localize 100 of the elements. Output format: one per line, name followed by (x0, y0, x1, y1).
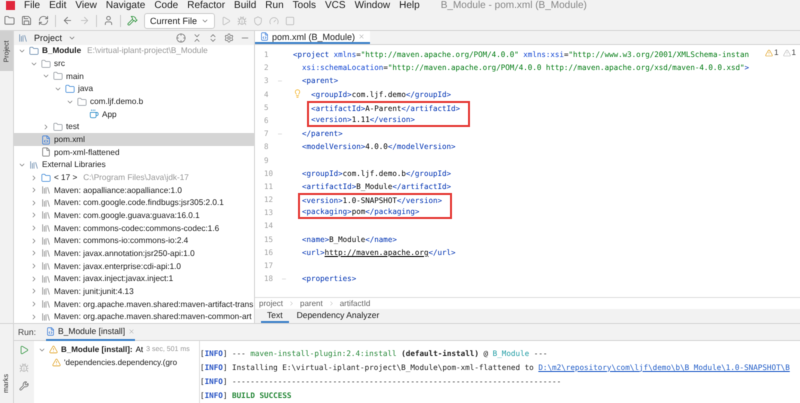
tree-item-label: pom-xml-flattened (54, 148, 120, 157)
menu-item[interactable]: Navigate (106, 0, 146, 11)
tree-item[interactable]: Maven: javax.inject:javax.inject:1 (14, 272, 254, 286)
menu-item[interactable]: Refactor (187, 0, 226, 11)
expand-all-icon[interactable] (208, 32, 218, 43)
tree-item[interactable]: src (14, 57, 254, 70)
warning-icon (52, 358, 61, 367)
collapsed-chevron-icon[interactable] (30, 274, 38, 283)
tree-item[interactable]: java (14, 82, 254, 96)
menu-item[interactable]: Run (265, 0, 284, 11)
tree-item[interactable]: B_Module E:\virtual-iplant-project\B_Module (14, 44, 254, 58)
tree-item-label: < 17 > (54, 173, 78, 182)
tree-item[interactable]: Maven: commons-io:commons-io:2.4 (14, 234, 254, 248)
tree-item-label: com.ljf.demo.b (90, 97, 144, 106)
breadcrumb[interactable]: parent (300, 299, 323, 308)
save-icon[interactable] (21, 15, 32, 26)
collapsed-chevron-icon[interactable] (30, 312, 38, 321)
library-icon (41, 299, 51, 310)
hammer-icon[interactable] (127, 15, 138, 26)
tree-item-label: Maven: junit:junit:4.13 (54, 286, 134, 296)
menu-item[interactable]: Tools (292, 0, 316, 11)
menu-item[interactable]: File (24, 0, 40, 11)
panel-title[interactable]: Project (34, 32, 62, 43)
tree-item-label: Maven: com.google.code.findbugs:jsr305:2.0.1 (54, 198, 224, 208)
collapsed-chevron-icon[interactable] (30, 300, 38, 308)
tree-item-label: test (66, 122, 80, 132)
menu-item[interactable]: Window (354, 0, 390, 11)
tree-item-label: Maven: aopalliance:aopalliance:1.0 (54, 186, 182, 195)
tree-item-label: Maven: javax.inject:javax.inject:1 (54, 274, 174, 284)
folder-icon[interactable] (4, 15, 15, 26)
menu-item[interactable]: Code (154, 0, 178, 11)
warning-count[interactable]: 1 (782, 48, 796, 57)
package-icon (77, 96, 87, 107)
refresh-icon[interactable] (38, 15, 49, 26)
menu-item[interactable]: View (75, 0, 97, 11)
collapsed-chevron-icon[interactable] (30, 211, 38, 220)
tree-item[interactable]: Maven: aopalliance:aopalliance:1.0 (14, 184, 254, 196)
tree-item-label: B_Module (42, 46, 82, 56)
tree-item[interactable]: Maven: org.apache.maven.shared:maven-artifact-trans (14, 298, 254, 310)
collapsed-chevron-icon[interactable] (42, 122, 50, 131)
collapsed-chevron-icon[interactable] (30, 236, 38, 245)
tree-item[interactable]: < 17 > C:\Program Files\Java\jdk-17 (14, 171, 254, 184)
path-text: E:\virtual-iplant-project\B_Module (87, 46, 208, 56)
collapsed-chevron-icon[interactable] (30, 249, 38, 258)
breadcrumb[interactable]: project (259, 299, 284, 308)
tree-item[interactable]: Maven: org.apache.maven.shared:maven-common-art (14, 310, 254, 323)
library-icon (41, 312, 51, 322)
menu-item[interactable]: Edit (49, 0, 66, 11)
menu-item[interactable]: VCS (325, 0, 346, 11)
editor-mode-tab[interactable]: Dependency Analyzer (290, 309, 386, 323)
settings-icon[interactable] (224, 32, 234, 43)
tree-item-label: main (66, 72, 84, 81)
collapsed-chevron-icon[interactable] (30, 287, 38, 296)
tree-item[interactable]: main (14, 70, 254, 83)
file-icon (41, 147, 51, 158)
back-icon[interactable] (62, 15, 73, 26)
tree-item[interactable]: pom.xml (14, 133, 254, 146)
run-configuration-dropdown[interactable]: Current File (144, 12, 216, 28)
menu-item[interactable]: Build (234, 0, 256, 11)
editor-mode-tab[interactable]: Text (261, 309, 289, 323)
tree-item-label: Maven: commons-codec:commons-codec:1.6 (54, 224, 220, 233)
tree-item[interactable]: Maven: junit:junit:4.13 (14, 285, 254, 298)
folder-icon (41, 58, 51, 69)
maven-file-icon (260, 32, 269, 41)
library-icon (41, 286, 51, 296)
tree-item-label: Maven: javax.enterprise:cdi-api:1.0 (54, 262, 181, 271)
breadcrumb[interactable]: artifactId (340, 299, 370, 308)
collapsed-chevron-icon[interactable] (30, 174, 38, 182)
library-icon (41, 248, 51, 258)
tree-item[interactable]: com.ljf.demo.b (14, 95, 254, 108)
tree-item-label: pom.xml (54, 135, 85, 144)
tree-item-label: App (102, 110, 117, 119)
warning-count[interactable]: 1 (765, 48, 779, 57)
menu-item[interactable]: Help (399, 0, 420, 11)
tree-item[interactable]: App (14, 108, 254, 121)
user-icon[interactable] (103, 15, 114, 26)
tree-item[interactable]: Maven: commons-codec:commons-codec:1.6 (14, 222, 254, 234)
collapse-all-icon[interactable] (192, 32, 202, 43)
collapsed-chevron-icon[interactable] (30, 198, 38, 207)
tree-item[interactable]: Maven: javax.enterprise:cdi-api:1.0 (14, 260, 254, 272)
locate-icon[interactable] (176, 32, 186, 43)
tree-item[interactable]: Maven: javax.annotation:jsr250-api:1.0 (14, 247, 254, 260)
window-title: B_Module - pom.xml (B_Module) (440, 0, 587, 11)
editor-tab[interactable]: pom.xml (B_Module) (255, 31, 370, 44)
collapsed-chevron-icon[interactable] (30, 262, 38, 270)
run-icon[interactable] (19, 345, 29, 355)
collapsed-chevron-icon[interactable] (30, 224, 38, 232)
maven-file-icon (41, 134, 51, 145)
module-folder-icon (29, 46, 39, 56)
library-icon (41, 223, 51, 234)
library-icon (41, 274, 51, 284)
tree-item-label: Maven: com.google.guava:guava:16.0.1 (54, 210, 200, 220)
collapsed-chevron-icon[interactable] (30, 186, 38, 194)
path-text: C:\Program Files\Java\jdk-17 (83, 173, 189, 182)
tree-item[interactable]: Maven: com.google.code.findbugs:jsr305:2.0.1 (14, 196, 254, 210)
tree-item[interactable]: External Libraries (14, 158, 254, 172)
tree-item[interactable]: test (14, 120, 254, 134)
tree-item[interactable]: Maven: com.google.guava:guava:16.0.1 (14, 209, 254, 222)
tree-item[interactable]: pom-xml-flattened (14, 146, 254, 159)
wrench-icon[interactable] (19, 381, 29, 391)
